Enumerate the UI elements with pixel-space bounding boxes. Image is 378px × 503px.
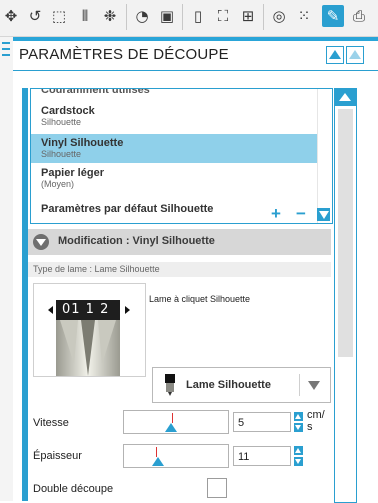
material-name: Cardstock <box>41 105 95 117</box>
sidebar-marker <box>2 48 10 50</box>
slider-knob[interactable] <box>152 457 164 466</box>
dropdown-divider <box>299 374 300 396</box>
blade-icon <box>165 374 175 396</box>
triangle-outline-icon <box>349 50 361 59</box>
collapse-button-frame <box>326 46 344 64</box>
send-icon[interactable]: ⎙ <box>348 5 370 27</box>
arrow-down-glyph <box>295 459 301 464</box>
material-name: Papier léger <box>41 167 104 179</box>
speed-label: Vitesse <box>33 417 69 429</box>
grid-icon[interactable]: ⊞ <box>237 5 259 27</box>
arrow-up-glyph <box>295 414 301 419</box>
list-scrollbar[interactable] <box>317 89 332 223</box>
offset-icon[interactable]: ⁙ <box>293 5 315 27</box>
default-marker <box>156 447 157 457</box>
blade-dropdown[interactable]: Lame Silhouette <box>152 367 331 403</box>
toolbar-divider <box>182 4 183 30</box>
panel-left-rail <box>22 88 28 501</box>
list-item[interactable]: Couramment utilisés <box>31 88 328 96</box>
scroll-up-icon <box>339 93 351 101</box>
toolbar-divider <box>263 4 264 30</box>
double-cut-checkbox[interactable] <box>207 478 227 498</box>
speed-input[interactable]: 5 <box>233 412 291 432</box>
toolbar: ✥ ↺ ⬚ ⫴ ❉ ◔ ▣ ▯ ⛶ ⊞ ◎ ⁙ ✎ ⎙ <box>0 0 378 37</box>
remove-material-button[interactable]: − <box>296 205 306 222</box>
double-cut-label: Double découpe <box>33 483 114 495</box>
stepper-down-icon[interactable] <box>294 457 303 466</box>
align-icon[interactable]: ⫴ <box>74 5 96 27</box>
chevron-down-icon <box>308 381 320 390</box>
library-icon[interactable]: ◔ <box>131 5 153 27</box>
registration-icon[interactable]: ⛶ <box>212 5 234 27</box>
arrow-down-icon <box>36 239 46 246</box>
scroll-up-button[interactable] <box>335 89 356 106</box>
thickness-stepper[interactable] <box>294 446 303 466</box>
list-item[interactable]: Paramètres par défaut Silhouette <box>31 203 328 219</box>
toolbar-divider <box>126 4 127 30</box>
stepper-up-icon[interactable] <box>294 446 303 455</box>
sidebar-marker <box>2 54 10 56</box>
material-name: Vinyl Silhouette <box>41 137 124 149</box>
scroll-down-icon <box>319 211 329 219</box>
blade-type-label: Type de lame : Lame Silhouette <box>28 262 331 277</box>
speed-stepper[interactable] <box>294 412 303 432</box>
replicate-icon[interactable]: ❉ <box>99 5 121 27</box>
list-item-selected[interactable]: Vinyl Silhouette Silhouette <box>31 134 318 163</box>
move-icon[interactable]: ✥ <box>0 5 22 27</box>
material-list[interactable]: Couramment utilisés Cardstock Silhouette… <box>30 88 333 224</box>
material-source: Silhouette <box>41 117 82 127</box>
dock-panel-button[interactable] <box>346 46 364 64</box>
thickness-label: Épaisseur <box>33 450 82 462</box>
arrow-down-glyph <box>295 425 301 430</box>
collapse-panel-button[interactable] <box>326 46 344 64</box>
stepper-up-icon[interactable] <box>294 412 303 421</box>
blade-dial-numbers: 01 1 2 <box>62 302 110 317</box>
fill-icon[interactable]: ▣ <box>156 5 178 27</box>
left-sidebar <box>0 37 14 501</box>
modification-title: Modification : Vinyl Silhouette <box>58 235 215 247</box>
arrow-up-glyph <box>295 448 301 453</box>
list-section-header: Couramment utilisés <box>41 88 150 96</box>
scrollbar-thumb[interactable] <box>338 109 353 357</box>
page-setup-icon[interactable]: ▯ <box>187 5 209 27</box>
cut-settings-icon[interactable]: ✎ <box>322 5 344 27</box>
material-name: Paramètres par défaut Silhouette <box>41 203 214 215</box>
material-source: (Moyen) <box>41 179 75 189</box>
panel-scrollbar[interactable] <box>334 88 357 503</box>
dock-button-frame <box>346 46 364 64</box>
blade-image: 01 1 2 <box>33 283 146 377</box>
blade-name: Lame à cliquet Silhouette <box>149 294 251 304</box>
collapse-arrow-icon[interactable] <box>33 234 49 250</box>
speed-slider[interactable] <box>123 410 229 434</box>
list-item[interactable]: Papier léger (Moyen) <box>31 167 328 195</box>
slider-knob[interactable] <box>165 423 177 432</box>
modification-header[interactable]: Modification : Vinyl Silhouette <box>28 229 331 255</box>
list-scroll-down-button[interactable] <box>317 208 330 221</box>
panel-top-border <box>13 37 378 41</box>
thickness-input[interactable]: 11 <box>233 446 291 466</box>
sidebar-marker <box>2 42 10 44</box>
scale-icon[interactable]: ⬚ <box>48 5 70 27</box>
panel-title: PARAMÈTRES DE DÉCOUPE <box>19 46 229 63</box>
speed-unit: cm/ s <box>307 409 325 433</box>
thickness-slider[interactable] <box>123 444 229 468</box>
triangle-up-icon <box>329 50 341 59</box>
default-marker <box>172 413 173 423</box>
stepper-down-icon[interactable] <box>294 423 303 432</box>
rotate-icon[interactable]: ↺ <box>24 5 46 27</box>
trace-icon[interactable]: ◎ <box>268 5 290 27</box>
add-material-button[interactable]: + <box>271 205 281 222</box>
blade-illustration <box>48 300 130 376</box>
blade-select-value: Lame Silhouette <box>186 379 271 391</box>
material-source: Silhouette <box>41 149 82 159</box>
title-divider <box>13 70 378 71</box>
list-item[interactable]: Cardstock Silhouette <box>31 105 328 135</box>
